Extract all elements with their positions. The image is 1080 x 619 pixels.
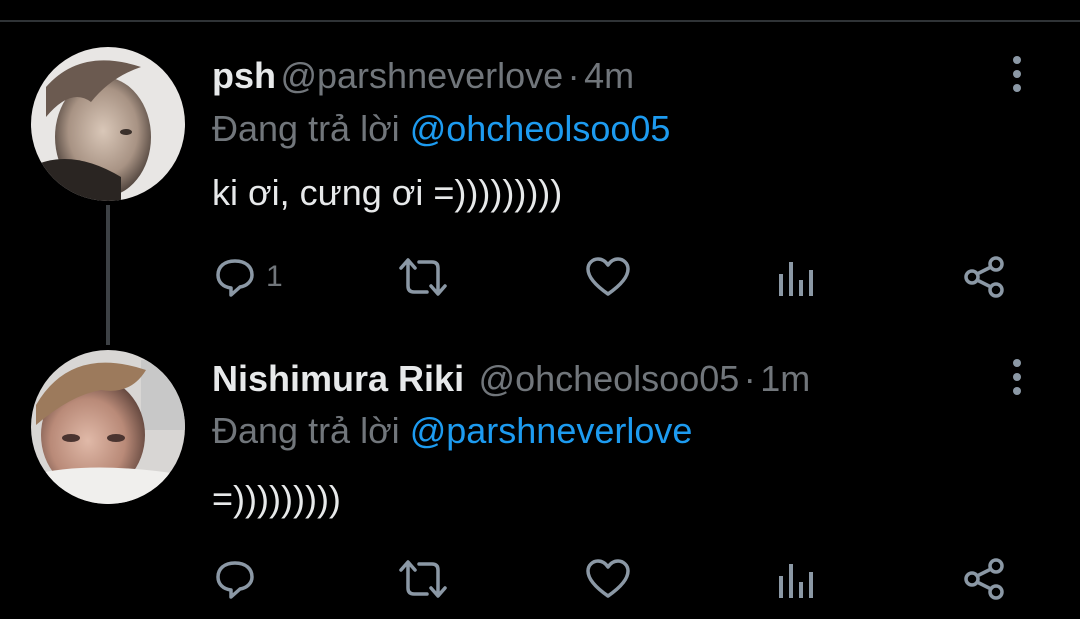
user-handle[interactable]: @ohcheolsoo05 [479,358,740,399]
timestamp[interactable]: 4m [584,55,634,96]
separator: · [567,55,580,96]
share-button[interactable] [962,557,1006,601]
tweet-header: Nishimura Riki @ohcheolsoo05 · 1m [212,361,810,397]
separator: · [743,358,756,399]
retweet-button[interactable] [397,256,449,298]
tweet-header: psh @parshneverlove · 4m [212,58,634,94]
tweet-text: =))))))))) [212,478,341,519]
top-divider [0,20,1080,22]
avatar-photo [31,350,185,504]
reply-prefix: Đang trả lời [212,108,400,149]
retweet-icon [399,258,447,296]
vertical-dots-icon [1013,56,1021,64]
heart-icon [586,257,630,296]
reply-prefix: Đang trả lời [212,410,400,451]
reply-to-mention[interactable]: @ohcheolsoo05 [410,108,671,149]
user-handle[interactable]: @parshneverlove [280,55,563,96]
speech-bubble-icon [216,259,254,297]
vertical-dots-icon [1013,359,1021,367]
more-options-button[interactable] [1011,56,1023,96]
analytics-button[interactable] [776,258,816,298]
avatar[interactable] [31,350,185,504]
reply-context: Đang trả lời @parshneverlove [212,413,692,449]
like-button[interactable] [585,256,631,298]
analytics-button[interactable] [776,560,816,600]
display-name[interactable]: Nishimura Riki [212,358,464,399]
tweet-text: ki ơi, cưng ơi =))))))))) [212,172,563,213]
bar-chart-icon [779,262,813,296]
reply-count: 1 [266,260,283,293]
reply-to-mention[interactable]: @parshneverlove [410,410,693,451]
like-button[interactable] [585,558,631,600]
display-name[interactable]: psh [212,55,276,96]
timestamp[interactable]: 1m [760,358,810,399]
heart-icon [586,559,630,598]
reply-button[interactable] [214,558,266,600]
retweet-icon [399,560,447,598]
retweet-button[interactable] [397,558,449,600]
thread-connector-line [106,205,110,345]
share-icon [964,256,1004,298]
bar-chart-icon [779,564,813,598]
reply-button[interactable]: 1 [214,256,283,298]
share-button[interactable] [962,255,1006,299]
reply-context: Đang trả lời @ohcheolsoo05 [212,111,670,147]
share-icon [964,558,1004,600]
avatar[interactable] [31,47,185,201]
avatar-photo [31,47,185,201]
speech-bubble-icon [216,561,254,599]
more-options-button[interactable] [1011,359,1023,399]
